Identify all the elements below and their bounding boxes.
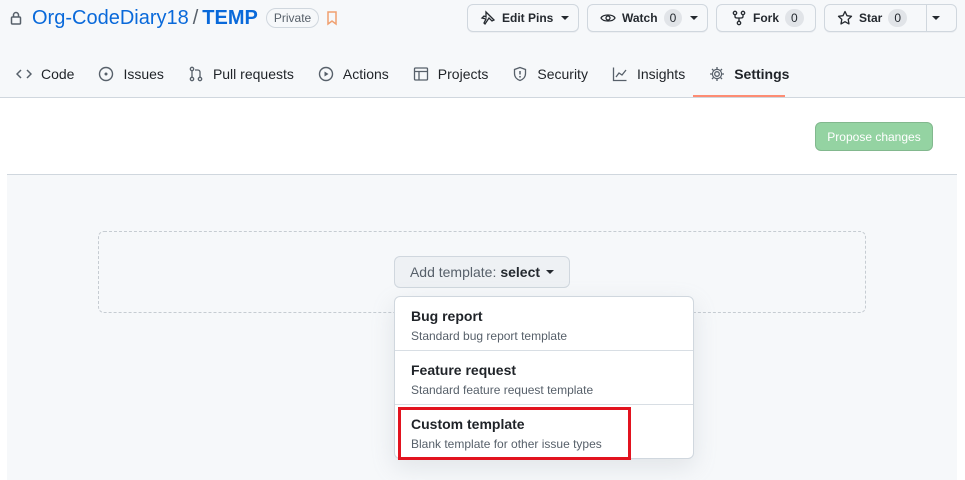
tab-actions[interactable]: Actions bbox=[310, 58, 397, 90]
tab-insights[interactable]: Insights bbox=[604, 58, 693, 90]
add-template-value: select bbox=[500, 264, 541, 280]
tab-label: Insights bbox=[636, 66, 686, 82]
star-label: Star bbox=[859, 11, 883, 25]
menu-item-bug-report[interactable]: Bug report Standard bug report template bbox=[395, 297, 693, 351]
tab-settings[interactable]: Settings bbox=[701, 58, 797, 90]
path-separator: / bbox=[192, 6, 199, 29]
pin-icon bbox=[480, 10, 496, 26]
tab-projects[interactable]: Projects bbox=[405, 58, 497, 90]
propose-changes-button[interactable]: Propose changes bbox=[815, 122, 933, 151]
code-icon bbox=[16, 66, 32, 82]
caret-down-icon bbox=[561, 16, 570, 20]
watch-count: 0 bbox=[663, 9, 683, 27]
tab-code[interactable]: Code bbox=[8, 58, 82, 90]
table-icon bbox=[413, 66, 429, 82]
star-button[interactable]: Star 0 bbox=[824, 4, 957, 32]
visibility-badge: Private bbox=[265, 8, 320, 28]
star-menu-caret-icon[interactable] bbox=[932, 16, 940, 20]
edit-pins-button[interactable]: Edit Pins bbox=[467, 4, 579, 32]
repo-tabs: Code Issues Pull requests Actions Projec… bbox=[8, 58, 805, 98]
tab-security[interactable]: Security bbox=[504, 58, 596, 90]
tab-label: Pull requests bbox=[212, 66, 294, 82]
fork-icon bbox=[731, 10, 747, 26]
watch-button[interactable]: Watch 0 bbox=[587, 4, 708, 32]
tab-label: Projects bbox=[437, 66, 489, 82]
star-divider bbox=[926, 5, 927, 31]
menu-item-description: Standard feature request template bbox=[411, 383, 594, 397]
issue-icon bbox=[98, 66, 114, 82]
tab-issues[interactable]: Issues bbox=[90, 58, 171, 90]
fork-label: Fork bbox=[753, 11, 780, 25]
org-link[interactable]: Org-CodeDiary18 bbox=[32, 7, 189, 30]
caret-down-icon bbox=[690, 16, 699, 20]
gear-icon bbox=[709, 66, 725, 82]
play-icon bbox=[318, 66, 334, 82]
add-template-label: Add template: bbox=[409, 264, 497, 280]
caret-down-icon bbox=[546, 270, 555, 274]
menu-item-title: Bug report bbox=[411, 308, 483, 324]
menu-item-title: Feature request bbox=[411, 362, 517, 378]
eye-icon bbox=[600, 10, 616, 26]
watch-label: Watch bbox=[622, 11, 658, 25]
highlight-box bbox=[398, 407, 631, 460]
tab-label: Actions bbox=[342, 66, 389, 82]
repo-title: Org-CodeDiary18 / TEMP Private bbox=[8, 6, 339, 30]
add-template-button[interactable]: Add template: select bbox=[394, 256, 570, 288]
tab-pull-requests[interactable]: Pull requests bbox=[180, 58, 302, 90]
fork-count: 0 bbox=[785, 9, 804, 27]
lock-icon bbox=[8, 10, 24, 26]
graph-icon bbox=[612, 66, 628, 82]
tab-label: Code bbox=[41, 66, 75, 82]
edit-pins-label: Edit Pins bbox=[502, 11, 554, 25]
menu-item-description: Standard bug report template bbox=[411, 329, 568, 343]
fork-button[interactable]: Fork 0 bbox=[716, 4, 816, 32]
active-tab-indicator bbox=[693, 95, 785, 97]
bookmark-icon[interactable] bbox=[325, 10, 339, 26]
menu-item-feature-request[interactable]: Feature request Standard feature request… bbox=[395, 351, 693, 405]
tab-label: Settings bbox=[734, 66, 790, 82]
star-icon bbox=[837, 10, 853, 26]
star-count: 0 bbox=[888, 9, 908, 27]
tab-label: Security bbox=[537, 66, 588, 82]
repo-name-link[interactable]: TEMP bbox=[202, 7, 258, 30]
tab-label: Issues bbox=[123, 66, 164, 82]
pull-request-icon bbox=[188, 66, 204, 82]
shield-icon bbox=[512, 66, 528, 82]
